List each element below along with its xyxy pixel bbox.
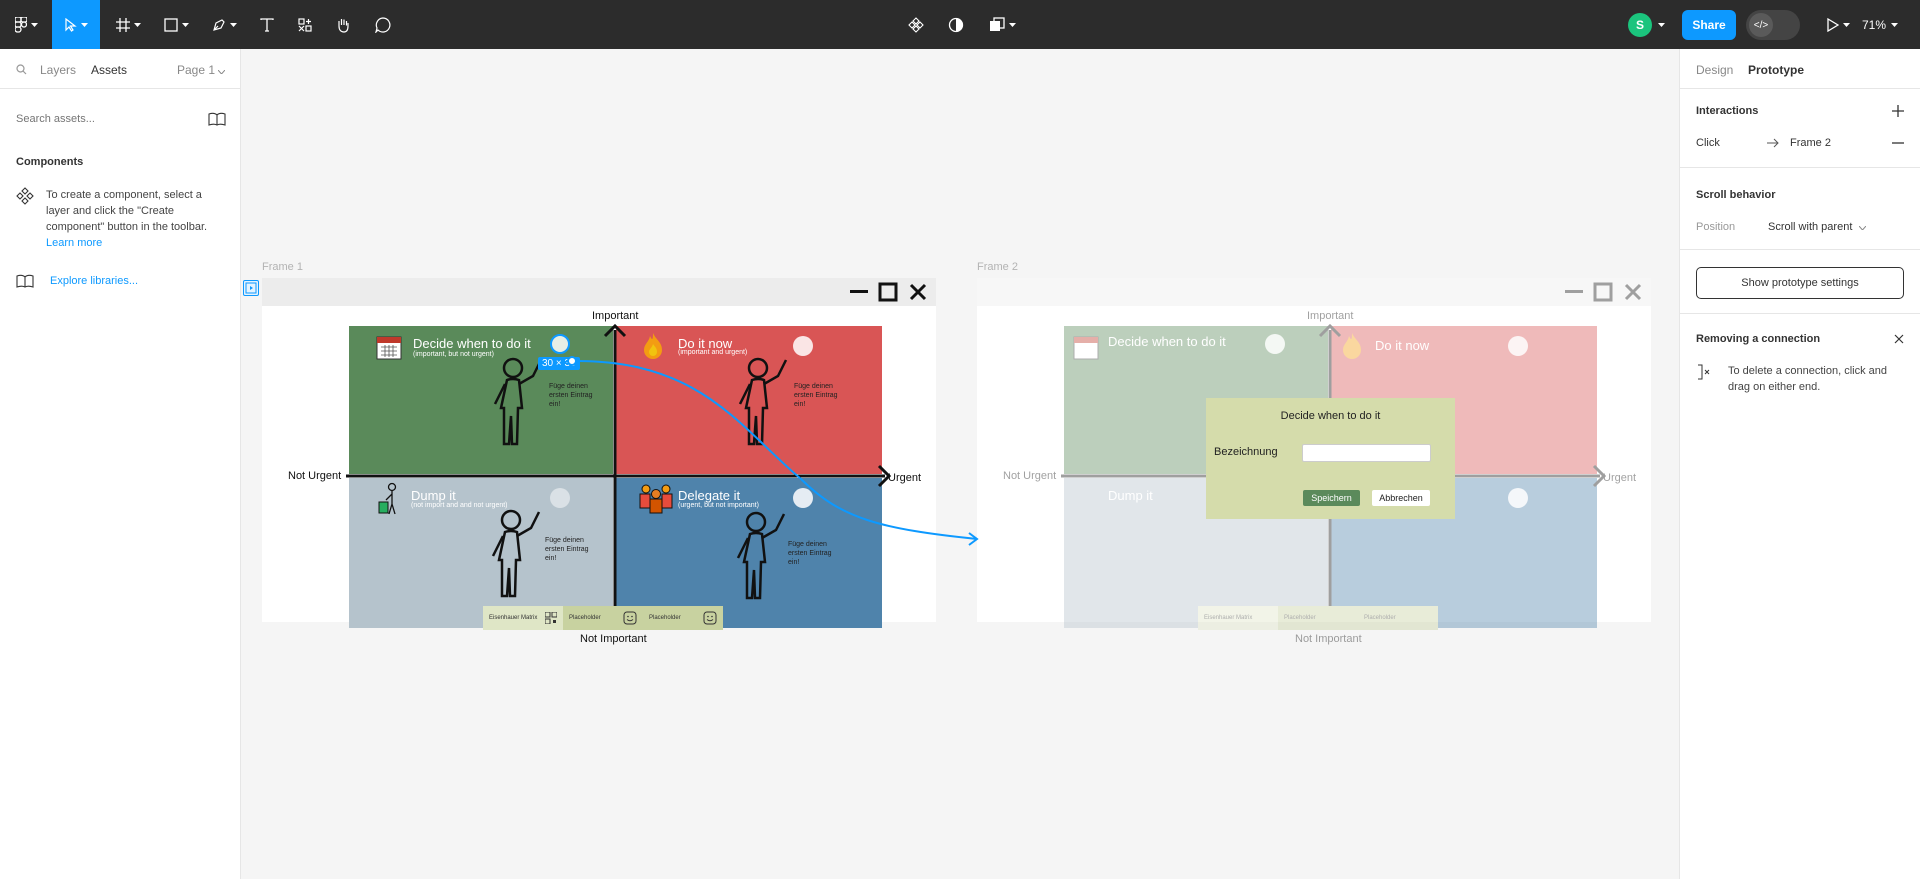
- chevron-down-icon: [1891, 22, 1899, 27]
- components-heading: Components: [16, 156, 84, 168]
- scroll-behavior-title: Scroll behavior: [1696, 189, 1776, 201]
- right-panel-tabs: Design Prototype: [1680, 49, 1920, 89]
- divider: [1680, 313, 1920, 314]
- tab-prototype[interactable]: Prototype: [1748, 63, 1804, 77]
- learn-more-link[interactable]: Learn more: [46, 235, 226, 251]
- frame-icon: [115, 17, 130, 32]
- tab-assets[interactable]: Assets: [91, 63, 127, 77]
- components-hint-text: To create a component, select a layer an…: [46, 189, 208, 233]
- chevron-down-icon: [1842, 22, 1850, 27]
- component-icon: [908, 16, 924, 33]
- prototype-connection[interactable]: [241, 49, 1679, 879]
- interactions-title: Interactions: [1696, 105, 1759, 117]
- position-label: Position: [1696, 221, 1736, 233]
- explore-libraries[interactable]: Explore libraries...: [16, 274, 138, 288]
- removing-hint-text: To delete a connection, click and drag o…: [1728, 365, 1887, 393]
- chevron-down-icon: [218, 69, 226, 75]
- zoom-level: 71%: [1862, 17, 1887, 32]
- library-book-icon: [16, 274, 34, 288]
- pen-tool-button[interactable]: [206, 0, 242, 49]
- right-panel: Design Prototype Interactions Click Fram…: [1679, 49, 1920, 879]
- resources-button[interactable]: [292, 0, 318, 49]
- hand-icon: [338, 18, 349, 33]
- figma-menu-icon: [14, 16, 27, 33]
- interaction-target: Frame 2: [1790, 137, 1831, 149]
- boolean-icon: [989, 16, 1005, 31]
- divider: [1680, 249, 1920, 250]
- tab-layers[interactable]: Layers: [40, 63, 76, 77]
- present-button[interactable]: [1820, 0, 1856, 49]
- removing-hint: To delete a connection, click and drag o…: [1696, 363, 1904, 395]
- chevron-down-icon: [229, 22, 237, 27]
- left-panel: Layers Assets Page 1 Components To creat…: [0, 49, 241, 879]
- chevron-down-icon: [30, 22, 38, 27]
- removing-header: Removing a connection: [1696, 333, 1904, 345]
- shape-tool-button[interactable]: [158, 0, 194, 49]
- divider: [1680, 167, 1920, 168]
- pen-icon: [212, 18, 225, 31]
- close-icon[interactable]: [1894, 334, 1904, 344]
- disconnect-icon: [1698, 364, 1710, 380]
- chevron-down-icon: [1008, 22, 1016, 27]
- tab-design[interactable]: Design: [1696, 63, 1733, 77]
- chevron-down-icon: [133, 22, 141, 27]
- play-icon: [1826, 17, 1839, 32]
- removing-title: Removing a connection: [1696, 333, 1821, 345]
- move-tool-button[interactable]: [52, 0, 100, 49]
- position-row: Position Scroll with parent: [1696, 221, 1904, 233]
- asset-search: [16, 109, 226, 129]
- search-icon[interactable]: [16, 64, 27, 75]
- library-book-icon[interactable]: [208, 112, 226, 126]
- hand-tool-button[interactable]: [330, 0, 356, 49]
- show-prototype-settings-button[interactable]: Show prototype settings: [1696, 267, 1904, 299]
- interactions-header: Interactions: [1696, 105, 1904, 117]
- boolean-button[interactable]: [984, 0, 1020, 49]
- frame-tool-button[interactable]: [110, 0, 146, 49]
- text-tool-button[interactable]: [252, 0, 282, 49]
- resources-icon: [298, 17, 312, 32]
- search-input[interactable]: [16, 113, 166, 125]
- chevron-down-icon: [80, 22, 88, 27]
- component-button[interactable]: [904, 0, 928, 49]
- remove-icon[interactable]: [1892, 142, 1904, 144]
- scroll-header: Scroll behavior: [1696, 189, 1904, 201]
- position-value: Scroll with parent: [1768, 221, 1853, 233]
- left-panel-tabs: Layers Assets Page 1: [0, 49, 240, 89]
- code-icon: </>: [1749, 13, 1773, 37]
- share-button[interactable]: Share: [1682, 10, 1736, 40]
- interaction-trigger: Click: [1696, 137, 1720, 149]
- explore-libraries-link[interactable]: Explore libraries...: [50, 275, 138, 287]
- position-select[interactable]: Scroll with parent: [1768, 221, 1867, 233]
- move-icon: [64, 17, 77, 32]
- chevron-down-icon: [1859, 225, 1867, 231]
- shape-icon: [163, 17, 178, 32]
- component-icon: [16, 187, 34, 205]
- canvas[interactable]: Frame 1 Decide when to do it (important,…: [241, 49, 1679, 879]
- avatar[interactable]: S: [1628, 13, 1652, 37]
- zoom-control[interactable]: 71%: [1862, 0, 1899, 49]
- add-icon[interactable]: [1892, 105, 1904, 117]
- arrow-right-icon: [1767, 138, 1779, 148]
- components-hint: To create a component, select a layer an…: [16, 187, 231, 251]
- contrast-icon: [948, 17, 964, 32]
- interaction-row[interactable]: Click Frame 2: [1696, 137, 1904, 149]
- chevron-down-icon[interactable]: [1658, 23, 1665, 27]
- page-selector[interactable]: Page 1: [177, 63, 226, 77]
- text-icon: [260, 17, 274, 32]
- dev-mode-toggle[interactable]: </>: [1746, 10, 1800, 40]
- comment-icon: [375, 16, 391, 33]
- page-name: Page 1: [177, 63, 216, 77]
- comment-tool-button[interactable]: [370, 0, 396, 49]
- toolbar: S Share </> 71%: [0, 0, 1920, 49]
- chevron-down-icon: [181, 22, 189, 27]
- figma-menu-button[interactable]: [8, 0, 44, 49]
- contrast-button[interactable]: [944, 0, 968, 49]
